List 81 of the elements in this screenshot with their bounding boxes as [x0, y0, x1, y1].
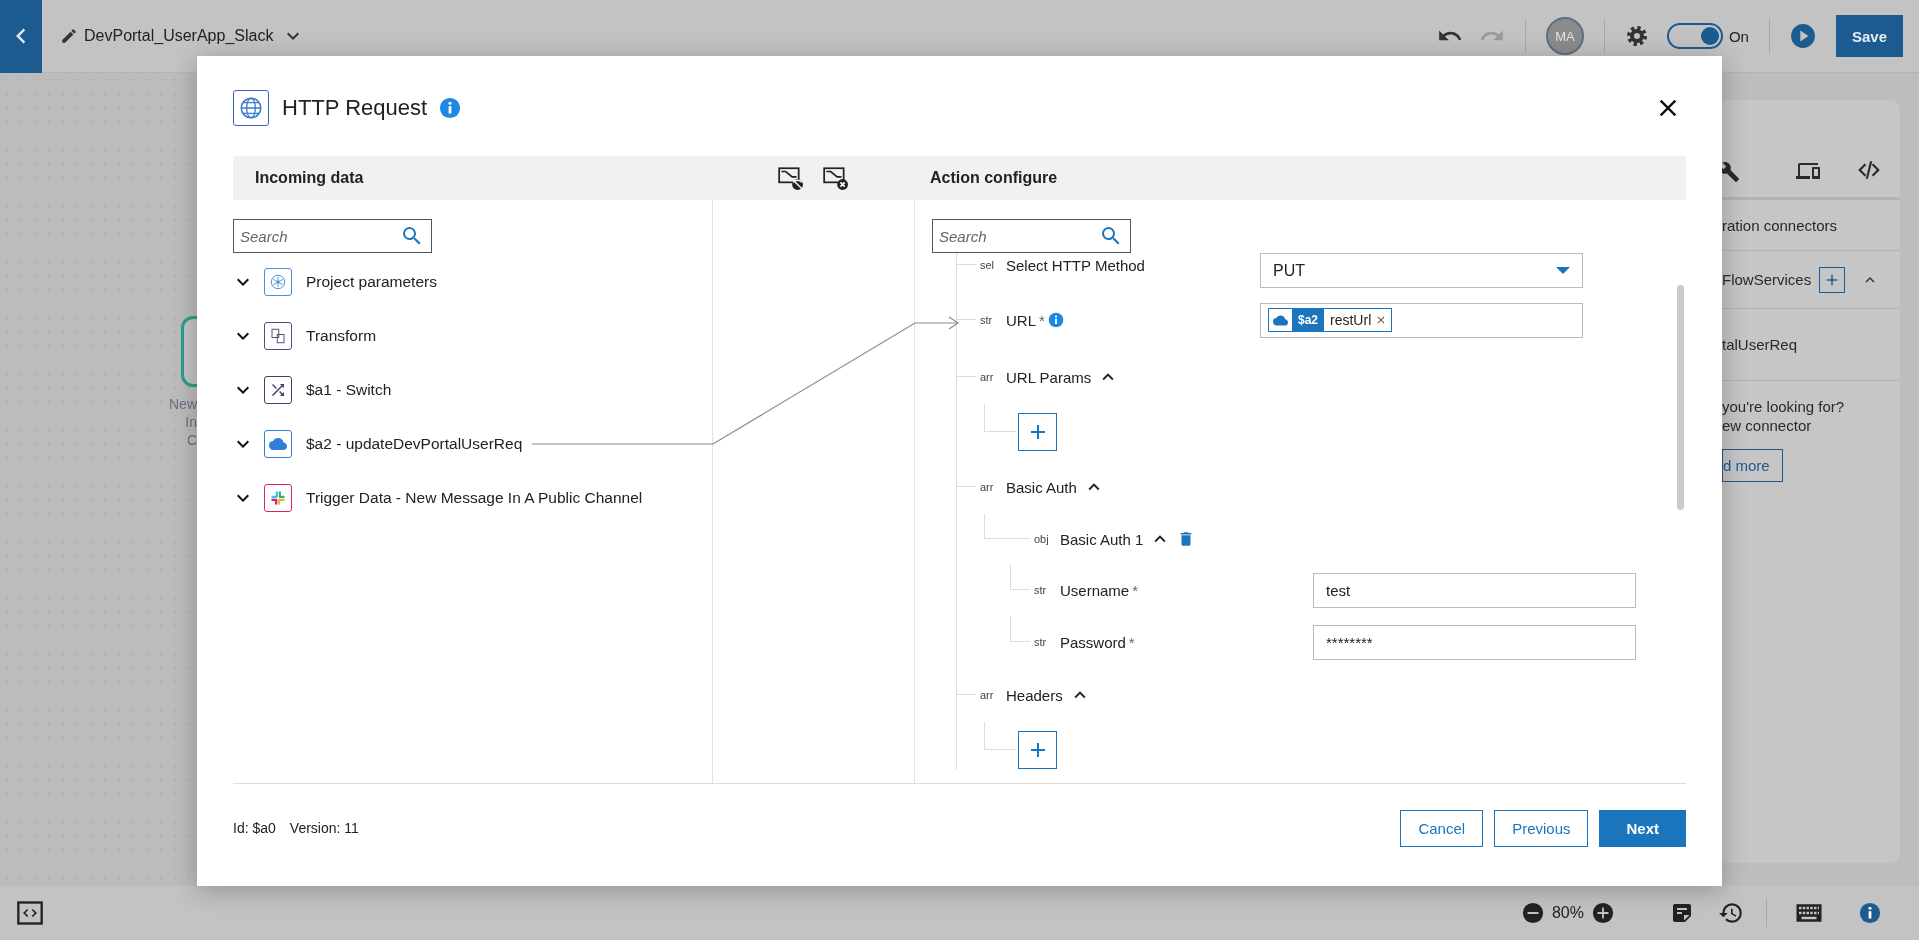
help-text: you're looking for? — [1722, 397, 1846, 416]
code-view-icon[interactable] — [16, 899, 44, 927]
field-label: Basic Auth 1 — [1060, 530, 1144, 548]
field-label: Basic Auth — [1006, 478, 1077, 496]
data-source-item[interactable]: Transform — [306, 327, 377, 345]
cloud-icon — [264, 430, 292, 458]
group-title: FlowServices — [1722, 271, 1812, 288]
dialog-button[interactable]: Next — [1599, 809, 1686, 847]
hide-lines-icon[interactable] — [777, 165, 803, 191]
tree-line — [1010, 564, 1030, 590]
search-field[interactable]: Search — [932, 219, 1131, 253]
node-label: C — [186, 431, 197, 449]
field-label: URL — [1006, 311, 1036, 329]
grid-logo-icon — [264, 484, 292, 512]
add-button[interactable] — [1819, 266, 1846, 293]
load-more-button[interactable]: d more — [1722, 449, 1783, 482]
data-source-item[interactable]: $a2 - updateDevPortalUserReq — [306, 435, 523, 453]
toggle-label: On — [1728, 27, 1749, 45]
type-tag: str — [1034, 636, 1054, 648]
type-tag: str — [1034, 584, 1054, 596]
tree-line — [1010, 616, 1030, 642]
field-label: Username — [1060, 581, 1130, 599]
dialog-title: HTTP Request — [282, 95, 428, 121]
node-label: New — [169, 395, 197, 413]
search-field[interactable]: Search — [233, 219, 432, 253]
clear-lines-icon[interactable] — [822, 165, 848, 191]
connector-item[interactable]: talUserReq — [1722, 336, 1798, 353]
required-mark: * — [1039, 311, 1045, 329]
documents-icon — [264, 322, 292, 350]
add-button[interactable] — [1018, 731, 1057, 769]
info-icon[interactable] — [439, 97, 462, 119]
type-tag: obj — [1034, 533, 1054, 545]
data-source-item[interactable]: $a1 - Switch — [306, 381, 392, 399]
type-tag: arr — [980, 689, 1000, 701]
hub-icon — [264, 268, 292, 296]
type-tag: arr — [980, 371, 1000, 383]
method-dropdown[interactable]: PUT — [1260, 253, 1583, 288]
info-icon[interactable] — [1047, 312, 1064, 328]
field-label: URL Params — [1006, 368, 1092, 386]
shuffle-icon — [264, 376, 292, 404]
action-id: Id: $a0 — [233, 820, 276, 836]
node-label: In — [185, 413, 197, 431]
note-icon[interactable] — [1670, 901, 1694, 925]
type-tag: str — [980, 314, 1000, 326]
zoom-in-icon[interactable] — [1592, 902, 1614, 924]
column-heading: Action configure — [929, 169, 1059, 187]
help-text: ew connector — [1722, 416, 1813, 435]
input-field[interactable]: test — [1313, 572, 1636, 608]
mapping-chip: $a2 restUrl — [1268, 308, 1393, 332]
dropdown-caret-icon — [1556, 267, 1570, 274]
section-title: ration connectors — [1722, 216, 1838, 234]
zoom-level: 80% — [1551, 904, 1584, 922]
add-button[interactable] — [1018, 413, 1057, 451]
dialog-button[interactable]: Previous — [1494, 809, 1589, 847]
field-label: Select HTTP Method — [1006, 256, 1145, 274]
tree-line — [984, 514, 1030, 539]
field-label: Password — [1060, 633, 1126, 651]
info-icon[interactable] — [1859, 902, 1881, 924]
url-field[interactable]: $a2 restUrl — [1260, 302, 1583, 338]
data-source-item[interactable]: Project parameters — [306, 273, 437, 291]
type-tag: sel — [980, 259, 1000, 271]
type-tag: arr — [980, 481, 1000, 493]
toggle-switch[interactable] — [1666, 23, 1723, 49]
field-label: Headers — [1006, 686, 1063, 704]
version-label: Version: 11 — [289, 820, 359, 836]
history-icon[interactable] — [1718, 900, 1744, 926]
http-globe-icon — [233, 90, 269, 126]
dialog-button[interactable]: Cancel — [1400, 809, 1484, 847]
input-field[interactable]: ******** — [1313, 624, 1636, 660]
tree-line — [984, 722, 1016, 750]
play-icon[interactable] — [1789, 23, 1816, 49]
tree-line — [984, 404, 1016, 432]
required-mark: * — [1128, 633, 1135, 651]
pencil-icon — [60, 27, 78, 45]
data-source-item[interactable]: Trigger Data - New Message In A Public Channel — [306, 489, 643, 507]
column-heading: Incoming data — [254, 169, 365, 187]
zoom-out-icon[interactable] — [1521, 902, 1544, 924]
settings-icon[interactable] — [1624, 24, 1649, 48]
flow-title[interactable]: DevPortal_UserApp_Slack — [60, 24, 306, 48]
save-button[interactable]: Save — [1835, 15, 1903, 57]
required-mark: * — [1132, 581, 1139, 599]
